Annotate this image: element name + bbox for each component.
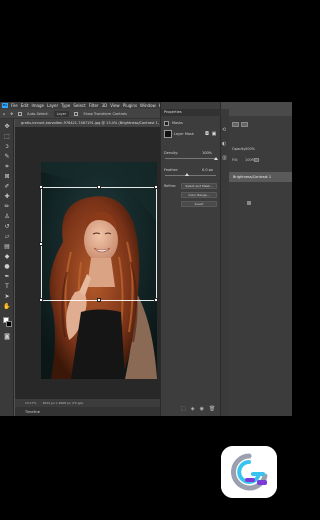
properties-section-label: Masks [172,121,183,125]
lock-icon[interactable] [241,122,248,127]
density-value[interactable]: 100% [202,151,212,155]
density-slider[interactable] [165,158,216,159]
quick-select-tool-icon[interactable]: ✎ [3,153,11,160]
eraser-tool-icon[interactable]: ▱ [3,233,11,240]
toggle-mask-icon[interactable]: ◉ [200,406,204,412]
pen-tool-icon[interactable]: ✒ [3,273,11,280]
clone-stamp-tool-icon[interactable]: ♙ [3,213,11,220]
dodge-tool-icon[interactable]: ● [3,263,11,270]
menu-layer[interactable]: Layer [47,103,58,108]
menu-3d[interactable]: 3D [102,103,108,108]
portrait-photo [41,162,157,379]
history-brush-tool-icon[interactable]: ↺ [3,223,11,230]
move-tool-icon[interactable]: ✥ [10,112,13,116]
density-slider-thumb[interactable] [214,157,218,160]
layer-row-brightness-contrast[interactable]: Brightness/Contrast 1 [229,172,292,182]
history-panel-icon[interactable]: ⟲ [222,127,226,133]
menu-select[interactable]: Select [73,103,85,108]
auto-select-label: Auto-Select: [27,111,49,116]
eyedropper-tool-icon[interactable]: ✐ [3,183,11,190]
transform-handle-top-left[interactable] [39,185,43,189]
brush-tool-icon[interactable]: ✏ [3,203,11,210]
timeline-label: Timeline [25,409,40,414]
menu-type[interactable]: Type [61,103,70,108]
photoshop-window: Ps File Edit Image Layer Type Select Fil… [0,102,292,416]
lasso-tool-icon[interactable]: ↄ [3,143,11,150]
right-dock: ⟲ ◐ ▥ Opacity: 100% Fill: 100% Brightnes… [221,102,292,416]
properties-panel: Properties Masks Layer Mask ◘ ▣ Density:… [160,102,222,416]
document-dimensions: 3024 px x 4608 px (72 ppi) [42,401,84,405]
feather-value[interactable]: 0.0 px [202,168,213,172]
invert-button[interactable]: Invert [181,201,217,207]
frame-tool-icon[interactable]: ⊠ [3,173,11,180]
transform-handle-bottom-center[interactable] [97,298,101,302]
feather-slider[interactable] [165,175,216,176]
menu-view[interactable]: View [110,103,120,108]
properties-panel-title: Properties [161,109,222,116]
transform-handle-top-right[interactable] [154,185,158,189]
panel-icon-strip: ⟲ ◐ ▥ [221,109,229,416]
channel-logo [221,446,277,498]
crop-tool-icon[interactable]: ⌗ [3,163,11,170]
select-and-mask-button[interactable]: Select and Mask... [181,183,217,189]
transform-handle-middle-left[interactable] [39,242,43,246]
menu-image[interactable]: Image [31,103,44,108]
gradient-tool-icon[interactable]: ▤ [3,243,11,250]
feather-label: Feather: [164,168,179,172]
pixel-mask-icon[interactable]: ◘ [204,131,210,137]
dropdown-chevron-icon[interactable] [254,158,259,162]
adjustments-panel-icon[interactable]: ◐ [222,141,226,147]
photoshop-logo-icon: Ps [2,103,8,108]
load-selection-icon[interactable]: ⬚ [181,406,186,412]
transform-handle-top-center[interactable] [97,185,101,189]
path-select-tool-icon[interactable]: ➤ [3,293,11,300]
transform-handle-bottom-right[interactable] [154,298,158,302]
apply-mask-icon[interactable]: ◈ [191,406,195,412]
layer-row-mini-icon[interactable] [247,201,251,205]
marquee-tool-icon[interactable]: ⬚ [3,133,11,140]
menu-file[interactable]: File [11,103,18,108]
vector-mask-icon[interactable]: ▣ [211,131,217,137]
background-color-swatch[interactable] [6,321,12,327]
feather-slider-thumb[interactable] [185,173,189,176]
blur-tool-icon[interactable]: ◆ [3,253,11,260]
density-label: Density: [164,151,179,155]
delete-mask-icon[interactable]: 🗑 [209,406,215,412]
show-transform-label: Show Transform Controls [83,111,127,116]
transform-handle-bottom-left[interactable] [39,298,43,302]
status-bar: 13.17% 3024 px x 4608 px (72 ppi) [15,399,160,407]
zoom-readout[interactable]: 13.17% [25,401,36,405]
opacity-value[interactable]: 100% [245,147,255,151]
libraries-panel-icon[interactable]: ▥ [222,155,227,161]
timeline-panel-tab[interactable]: Timeline [15,407,160,416]
layer-name: Brightness/Contrast 1 [233,175,272,179]
layers-panel [229,116,292,416]
home-icon[interactable]: ⌂ [3,112,5,116]
menu-window[interactable]: Window [140,103,156,108]
auto-select-checkbox[interactable] [18,111,23,116]
hand-tool-icon[interactable]: ✋ [3,303,11,310]
transform-box-right[interactable] [156,187,157,300]
tools-panel: ✥ ⬚ ↄ ✎ ⌗ ⊠ ✐ ✚ ✏ ♙ ↺ ▱ ▤ ◆ ● ✒ T ➤ ✋ ◙ [0,119,14,416]
healing-brush-tool-icon[interactable]: ✚ [3,193,11,200]
layer-mask-label: Layer Mask [174,132,194,136]
document-tab[interactable]: gratis-inmunt-karvolten-976421-7467191.j… [15,119,195,127]
move-tool-icon[interactable]: ✥ [3,123,11,130]
quick-mask-icon[interactable]: ◙ [3,333,11,340]
type-tool-icon[interactable]: T [3,283,11,290]
layer-filter-icon[interactable] [232,122,239,127]
properties-bottom-icons: ⬚ ◈ ◉ 🗑 [181,406,215,412]
auto-select-target-dropdown[interactable]: Layer [53,110,70,117]
menu-edit[interactable]: Edit [21,103,29,108]
refine-label: Refine: [164,184,177,188]
menu-plugins[interactable]: Plugins [123,103,137,108]
mask-icon [164,121,169,126]
fill-label: Fill: [232,158,238,162]
show-transform-checkbox[interactable] [74,111,79,116]
color-range-button[interactable]: Color Range... [181,192,217,198]
layer-mask-thumbnail[interactable] [164,130,172,138]
menu-filter[interactable]: Filter [89,103,99,108]
